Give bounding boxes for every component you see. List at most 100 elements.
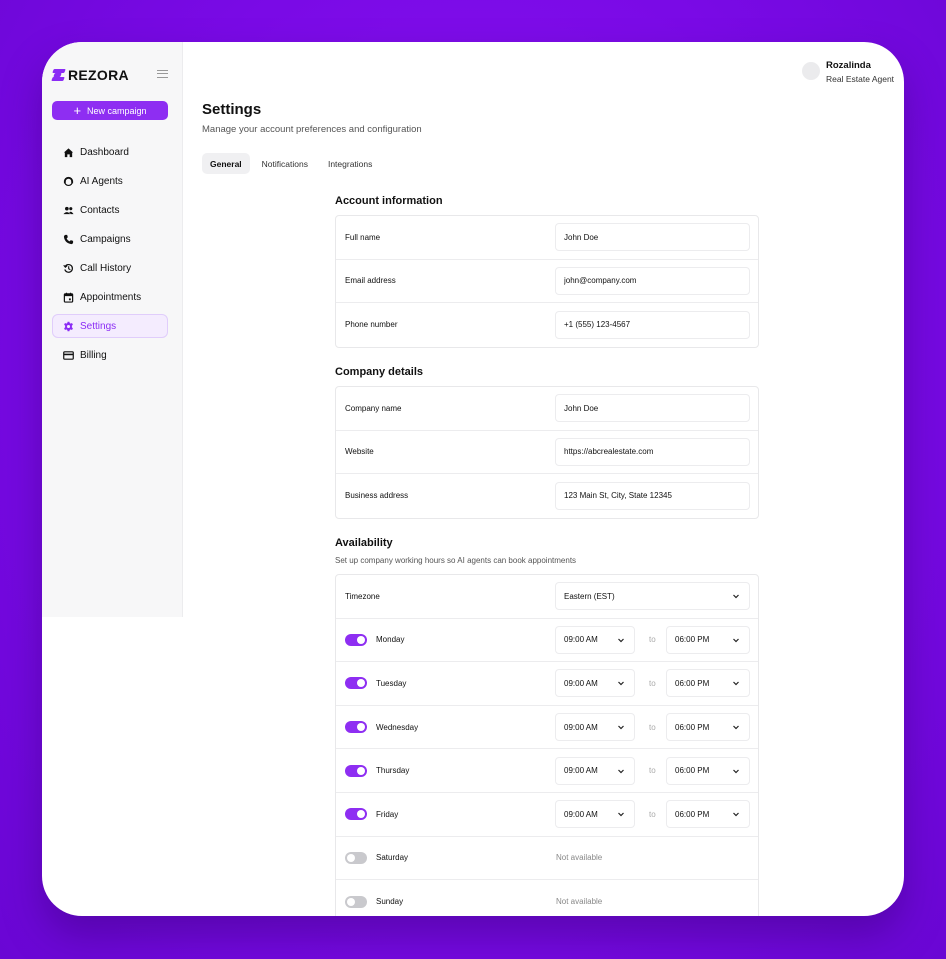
day-row-tuesday: Tuesday 09:00 AM to 06:00 PM: [336, 662, 758, 706]
sidebar-item-dashboard[interactable]: Dashboard: [52, 140, 168, 164]
sidebar-item-settings[interactable]: Settings: [52, 314, 168, 338]
company-name-row: Company name: [336, 387, 758, 431]
sidebar-item-campaigns[interactable]: Campaigns: [52, 227, 168, 251]
day-label: Saturday: [376, 853, 409, 863]
day-label: Sunday: [376, 897, 404, 907]
chevron-down-icon: [618, 682, 624, 686]
day-label: Thursday: [376, 766, 410, 776]
monday-end-select[interactable]: 06:00 PM: [666, 625, 750, 654]
email-label: Email address: [345, 276, 396, 286]
business-address-row: Business address: [336, 474, 758, 518]
sidebar-item-appointments[interactable]: Appointments: [52, 285, 168, 309]
chevron-down-icon: [618, 725, 624, 730]
tab-integrations[interactable]: Integrations: [320, 153, 380, 174]
history-icon: [63, 263, 73, 273]
phone-input[interactable]: [555, 310, 750, 339]
saturday-toggle[interactable]: [345, 851, 367, 864]
card-icon: [63, 350, 74, 360]
settings-tabs: General Notifications Integrations: [202, 153, 380, 174]
day-label: Friday: [376, 809, 399, 819]
business-address-input[interactable]: [555, 481, 750, 510]
sidebar-item-label: Appointments: [80, 291, 142, 303]
website-input[interactable]: [555, 437, 750, 466]
sidebar-item-label: Contacts: [80, 204, 120, 216]
day-label: Tuesday: [376, 678, 407, 688]
home-icon: [63, 147, 74, 157]
email-input[interactable]: [555, 266, 750, 295]
tab-notifications[interactable]: Notifications: [254, 153, 316, 174]
tuesday-start-select[interactable]: 09:00 AM: [555, 669, 635, 698]
day-row-monday: Monday 09:00 AM to 06:00 PM: [336, 619, 758, 663]
sunday-toggle[interactable]: [345, 895, 367, 908]
end-time-value: 06:00 PM: [675, 809, 710, 819]
sidebar-item-ai-agents[interactable]: AI Agents: [52, 169, 168, 193]
business-address-label: Business address: [345, 491, 409, 501]
chevron-down-icon: [618, 812, 624, 817]
page-title: Settings: [202, 101, 262, 118]
friday-start-select[interactable]: 09:00 AM: [555, 800, 635, 829]
thursday-toggle[interactable]: [345, 764, 367, 777]
brand-name: REZORA: [68, 67, 129, 83]
company-card: Company name Website Business address: [335, 386, 759, 519]
not-available-text: Not available: [556, 897, 603, 907]
chevron-down-icon: [733, 594, 739, 599]
to-label: to: [649, 678, 656, 688]
sidebar-item-call-history[interactable]: Call History: [52, 256, 168, 280]
company-name-input[interactable]: [555, 394, 750, 423]
monday-start-select[interactable]: 09:00 AM: [555, 625, 635, 654]
email-row: Email address: [336, 260, 758, 304]
day-row-thursday: Thursday 09:00 AM to 06:00 PM: [336, 749, 758, 793]
sidebar-item-label: Dashboard: [80, 146, 129, 158]
start-time-value: 09:00 AM: [564, 678, 598, 688]
phone-row: Phone number: [336, 303, 758, 347]
sidebar-item-label: Billing: [80, 349, 107, 361]
full-name-input[interactable]: [555, 223, 750, 252]
start-time-value: 09:00 AM: [564, 766, 598, 776]
monday-toggle[interactable]: [345, 633, 367, 646]
friday-end-select[interactable]: 06:00 PM: [666, 800, 750, 829]
day-label: Monday: [376, 635, 405, 645]
menu-icon[interactable]: [157, 70, 168, 78]
tuesday-end-select[interactable]: 06:00 PM: [666, 669, 750, 698]
wednesday-toggle[interactable]: [345, 721, 367, 734]
to-label: to: [649, 722, 656, 732]
sidebar-item-contacts[interactable]: Contacts: [52, 198, 168, 222]
new-campaign-button[interactable]: + New campaign: [52, 101, 168, 120]
availability-section-title: Availability: [335, 537, 393, 549]
wednesday-end-select[interactable]: 06:00 PM: [666, 713, 750, 742]
company-name-label: Company name: [345, 403, 402, 413]
sidebar-nav: Dashboard AI Agents Contacts Campaigns C…: [52, 140, 168, 372]
website-row: Website: [336, 431, 758, 475]
phone-icon: [63, 234, 74, 244]
timezone-select[interactable]: Eastern (EST): [555, 582, 750, 611]
account-card: Full name Email address Phone number: [335, 215, 759, 348]
logo-icon: [51, 69, 66, 81]
user-menu[interactable]: Rozalinda Real Estate Agent: [802, 60, 894, 84]
chevron-down-icon: [618, 638, 624, 643]
sidebar-item-label: Campaigns: [80, 233, 131, 245]
sidebar-item-label: Settings: [80, 320, 117, 332]
day-row-friday: Friday 09:00 AM to 06:00 PM: [336, 793, 758, 837]
thursday-end-select[interactable]: 06:00 PM: [666, 756, 750, 785]
chevron-down-icon: [733, 638, 739, 643]
phone-label: Phone number: [345, 320, 398, 330]
start-time-value: 09:00 AM: [564, 722, 598, 732]
tuesday-toggle[interactable]: [345, 677, 367, 690]
sidebar-item-label: Call History: [80, 262, 132, 274]
calendar-icon: [63, 292, 74, 303]
chevron-down-icon: [733, 769, 739, 774]
sidebar-item-label: AI Agents: [80, 175, 123, 187]
day-row-sunday: Sunday Not available: [336, 880, 758, 916]
contacts-icon: [63, 206, 74, 214]
timezone-value: Eastern (EST): [564, 591, 615, 601]
wednesday-start-select[interactable]: 09:00 AM: [555, 713, 635, 742]
sidebar-item-billing[interactable]: Billing: [52, 343, 168, 367]
start-time-value: 09:00 AM: [564, 809, 598, 819]
page-subtitle: Manage your account preferences and conf…: [202, 124, 422, 135]
tab-general[interactable]: General: [202, 153, 250, 174]
plus-icon: +: [73, 102, 82, 118]
thursday-start-select[interactable]: 09:00 AM: [555, 756, 635, 785]
end-time-value: 06:00 PM: [675, 635, 710, 645]
new-campaign-label: New campaign: [87, 105, 147, 116]
friday-toggle[interactable]: [345, 808, 367, 821]
